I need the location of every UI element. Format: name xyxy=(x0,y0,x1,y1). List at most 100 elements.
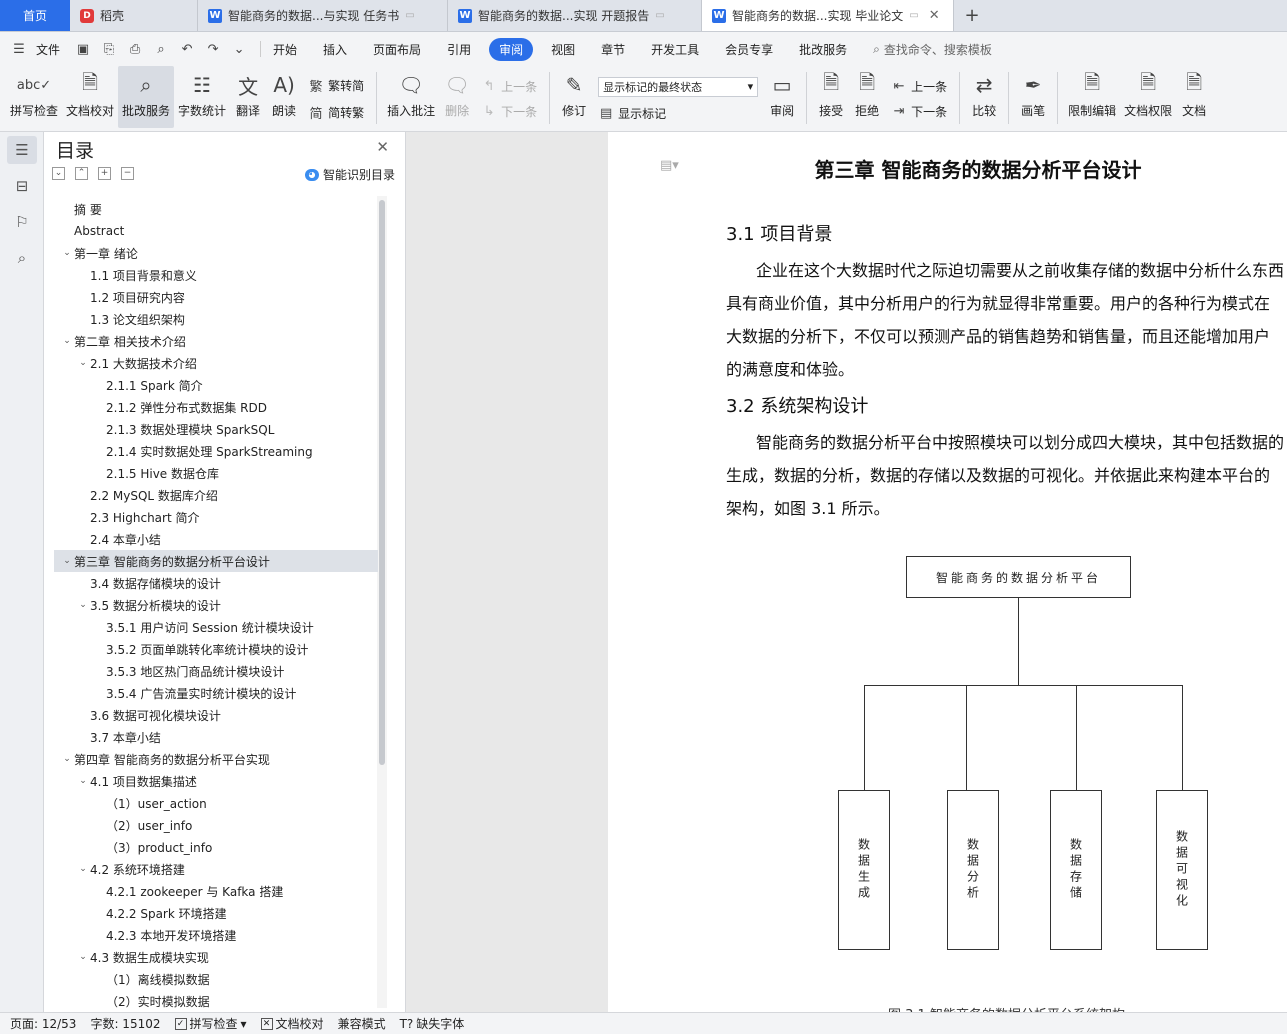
compat-mode[interactable]: 兼容模式 xyxy=(338,1015,386,1032)
menu-review[interactable]: 审阅 xyxy=(489,37,534,61)
chevron-down-icon[interactable]: ⌄ xyxy=(60,248,74,258)
close-icon[interactable]: ✕ xyxy=(376,138,389,156)
page-menu-icon[interactable]: ▤▾ xyxy=(660,158,679,173)
word-count-button[interactable]: ☷ 字数统计 xyxy=(174,66,230,128)
delete-comment-button[interactable]: 🗨 删除 xyxy=(439,66,475,128)
toc-item[interactable]: 3.4 数据存储模块的设计 xyxy=(54,572,378,594)
correct-service-button[interactable]: ⌕ 批改服务 xyxy=(118,66,175,128)
toc-item[interactable]: 2.4 本章小结 xyxy=(54,528,378,550)
bookmark-icon[interactable]: ⚐ xyxy=(7,208,37,236)
toc-item[interactable]: 2.1.2 弹性分布式数据集 RDD xyxy=(54,396,378,418)
toc-icon[interactable]: ☰ xyxy=(7,136,37,164)
toc-item[interactable]: ⌄ 4.3 数据生成模块实现 xyxy=(54,946,378,968)
menu-correct-service[interactable]: 批改服务 xyxy=(799,41,847,58)
toc-item[interactable]: （1）user_action xyxy=(54,792,378,814)
menu-insert[interactable]: 插入 xyxy=(323,41,347,58)
markup-state-select[interactable]: 显示标记的最终状态 ▾ xyxy=(598,76,759,97)
show-markup-button[interactable]: ▤ 显示标记 xyxy=(598,105,758,122)
search-icon[interactable]: ⌕ xyxy=(7,244,37,272)
toc-item[interactable]: 3.7 本章小结 xyxy=(54,726,378,748)
toc-item[interactable]: ⌄ 3.5 数据分析模块的设计 xyxy=(54,594,378,616)
toc-item[interactable]: （2）user_info xyxy=(54,814,378,836)
next-revision-button[interactable]: ⇥ 下一条 xyxy=(891,103,947,120)
chevron-down-icon[interactable]: ⌄ xyxy=(60,754,74,764)
menu-file[interactable]: 文件 xyxy=(36,41,60,58)
toc-item[interactable]: ⌄ 4.2 系统环境搭建 xyxy=(54,858,378,880)
toc-item[interactable]: 2.1.4 实时数据处理 SparkStreaming xyxy=(54,440,378,462)
toc-item[interactable]: ⌄ 第一章 绪论 xyxy=(54,242,378,264)
word-count[interactable]: 字数: 15102 xyxy=(90,1015,160,1032)
remove-level-icon[interactable]: − xyxy=(121,167,134,180)
chevron-down-icon[interactable]: ⌄ xyxy=(230,40,248,58)
toc-item[interactable]: 4.2.2 Spark 环境搭建 xyxy=(54,902,378,924)
toc-item[interactable]: 4.2.1 zookeeper 与 Kafka 搭建 xyxy=(54,880,378,902)
print-icon[interactable]: ⎙ xyxy=(126,40,144,58)
simp-to-trad-button[interactable]: 简简转繁 xyxy=(308,103,365,122)
toc-item[interactable]: （2）实时模拟数据 xyxy=(54,990,378,1012)
translate-button[interactable]: 文 翻译 xyxy=(230,66,266,128)
doc-permission-button[interactable]: 🗎 文档权限 xyxy=(1120,66,1176,128)
tab-thesis[interactable]: W 智能商务的数据...实现 毕业论文 ▭ ✕ xyxy=(702,0,954,31)
trad-to-simp-button[interactable]: 繁繁转简 xyxy=(308,76,365,95)
toc-item[interactable]: 1.3 论文组织架构 xyxy=(54,308,378,330)
status-spell-check[interactable]: ✓ 拼写检查 ▾ xyxy=(174,1015,247,1032)
reject-button[interactable]: 🗎 拒绝 xyxy=(849,66,885,128)
toc-item[interactable]: ⌄ 第二章 相关技术介绍 xyxy=(54,330,378,352)
toc-item[interactable]: 3.5.3 地区热门商品统计模块设计 xyxy=(54,660,378,682)
accept-button[interactable]: 🗎 接受 xyxy=(813,66,849,128)
toc-item[interactable]: 摘 要 xyxy=(54,198,378,220)
toc-item[interactable]: ⌄ 2.1 大数据技术介绍 xyxy=(54,352,378,374)
toc-item[interactable]: ⌄ 4.1 项目数据集描述 xyxy=(54,770,378,792)
doc-proof-button[interactable]: 🗎 文档校对 xyxy=(62,66,118,128)
collapse-all-icon[interactable]: ⌄ xyxy=(52,167,65,180)
chevron-down-icon[interactable]: ⌄ xyxy=(76,952,90,962)
expand-all-icon[interactable]: ⌃ xyxy=(75,167,88,180)
tab-proposal[interactable]: W 智能商务的数据...实现 开题报告 ▭ xyxy=(448,0,702,31)
outline-icon[interactable]: ⊟ xyxy=(7,172,37,200)
chevron-down-icon[interactable]: ⌄ xyxy=(76,358,90,368)
toc-item[interactable]: ⌄ 第四章 智能商务的数据分析平台实现 xyxy=(54,748,378,770)
read-aloud-button[interactable]: A) 朗读 xyxy=(266,66,302,128)
toc-item[interactable]: 1.2 项目研究内容 xyxy=(54,286,378,308)
insert-comment-button[interactable]: 🗨 插入批注 xyxy=(383,66,439,128)
menu-reference[interactable]: 引用 xyxy=(447,41,471,58)
menu-layout[interactable]: 页面布局 xyxy=(373,41,421,58)
chevron-down-icon[interactable]: ⌄ xyxy=(76,600,90,610)
review-pane-button[interactable]: ▭ 审阅 xyxy=(764,66,800,128)
missing-font[interactable]: T? 缺失字体 xyxy=(400,1015,465,1032)
toc-item[interactable]: 2.1.5 Hive 数据仓库 xyxy=(54,462,378,484)
menu-dev-tools[interactable]: 开发工具 xyxy=(651,41,699,58)
add-level-icon[interactable]: + xyxy=(98,167,111,180)
chevron-down-icon[interactable]: ⌄ xyxy=(76,864,90,874)
chevron-down-icon[interactable]: ⌄ xyxy=(60,556,74,566)
menu-section[interactable]: 章节 xyxy=(601,41,625,58)
next-comment-button[interactable]: ↳ 下一条 xyxy=(481,103,537,120)
new-tab-icon[interactable]: + xyxy=(954,0,990,31)
tab-task-book[interactable]: W 智能商务的数据...与实现 任务书 ▭ xyxy=(198,0,448,31)
toc-item[interactable]: 4.2.3 本地开发环境搭建 xyxy=(54,924,378,946)
toc-item[interactable]: ⌄ 第三章 智能商务的数据分析平台设计 xyxy=(54,550,378,572)
toc-item[interactable]: Abstract xyxy=(54,220,378,242)
toc-item[interactable]: 2.2 MySQL 数据库介绍 xyxy=(54,484,378,506)
close-icon[interactable]: ✕ xyxy=(929,8,940,23)
doc-more-button[interactable]: 🗎 文档 xyxy=(1176,66,1212,128)
toc-item[interactable]: （1）离线模拟数据 xyxy=(54,968,378,990)
toc-item[interactable]: 3.6 数据可视化模块设计 xyxy=(54,704,378,726)
menu-view[interactable]: 视图 xyxy=(551,41,575,58)
toc-item[interactable]: 2.3 Highchart 简介 xyxy=(54,506,378,528)
menu-member[interactable]: 会员专享 xyxy=(725,41,773,58)
toc-item[interactable]: 2.1.3 数据处理模块 SparkSQL xyxy=(54,418,378,440)
smart-toc-button[interactable]: ◕ 智能识别目录 xyxy=(304,166,395,183)
prev-comment-button[interactable]: ↰ 上一条 xyxy=(481,78,537,95)
tab-home[interactable]: 首页 xyxy=(0,0,70,31)
tab-docer[interactable]: D 稻壳 xyxy=(70,0,198,31)
redo-icon[interactable]: ↷ xyxy=(204,40,222,58)
undo-icon[interactable]: ↶ xyxy=(178,40,196,58)
pen-button[interactable]: ✒ 画笔 xyxy=(1015,66,1051,128)
command-search[interactable]: ⌕ 查找命令、搜索模板 xyxy=(873,41,992,58)
export-icon[interactable]: ⎘ xyxy=(100,40,118,58)
scrollbar-thumb[interactable] xyxy=(379,200,385,765)
hamburger-icon[interactable]: ☰ xyxy=(10,40,28,58)
toc-item[interactable]: 2.1.1 Spark 简介 xyxy=(54,374,378,396)
toc-item[interactable]: 3.5.2 页面单跳转化率统计模块的设计 xyxy=(54,638,378,660)
